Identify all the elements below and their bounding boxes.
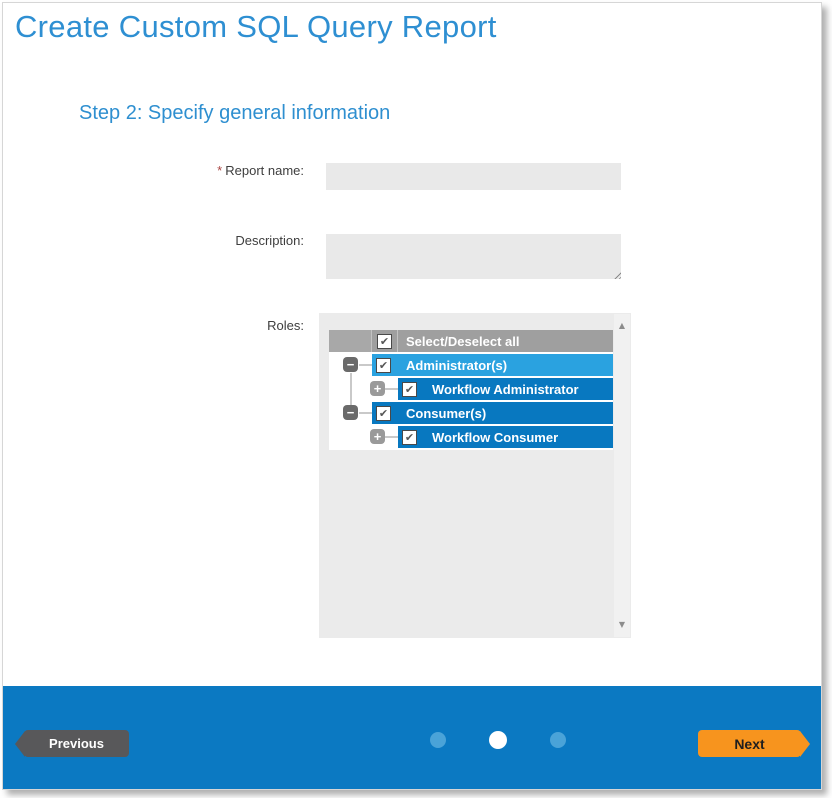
description-input[interactable] <box>326 234 621 279</box>
previous-button[interactable]: Previous <box>24 730 129 757</box>
step-dot-2-active <box>489 731 507 749</box>
select-all-row[interactable]: ✔ Select/Deselect all <box>329 330 613 352</box>
header-label-cell: Select/Deselect all <box>398 330 613 352</box>
check-icon: ✔ <box>405 432 414 443</box>
tree-row-highlight[interactable]: ✔ Consumer(s) <box>372 402 613 424</box>
tree-row-consumers[interactable]: ✔ Consumer(s) <box>329 402 613 424</box>
description-label-text: Description: <box>235 233 304 248</box>
scroll-down-icon[interactable]: ▼ <box>614 621 630 629</box>
step-dot-1 <box>430 732 446 748</box>
select-all-checkbox[interactable]: ✔ <box>377 334 392 349</box>
check-icon: ✔ <box>379 408 388 419</box>
wizard-dialog: Create Custom SQL Query Report Step 2: S… <box>2 2 822 790</box>
page-title: Create Custom SQL Query Report <box>15 9 497 45</box>
wizard-footer: Previous Next <box>3 686 821 789</box>
step-indicator <box>430 731 566 749</box>
previous-button-label: Previous <box>49 736 104 751</box>
roles-label-text: Roles: <box>267 318 304 333</box>
roles-label: Roles: <box>83 318 304 333</box>
tree-row-label: Workflow Consumer <box>432 430 558 445</box>
check-icon: ✔ <box>380 336 389 347</box>
tree-row-highlight[interactable]: ✔ Administrator(s) <box>372 354 613 376</box>
next-button-label: Next <box>734 736 764 752</box>
required-asterisk: * <box>217 163 222 178</box>
check-icon: ✔ <box>379 360 388 371</box>
tree-row-workflow-administrator[interactable]: ✔ Workflow Administrator <box>329 378 613 400</box>
tree-row-workflow-consumer[interactable]: ✔ Workflow Consumer <box>329 426 613 448</box>
report-name-input[interactable] <box>326 163 621 190</box>
scroll-up-icon[interactable]: ▲ <box>614 322 630 330</box>
tree-row-highlight[interactable]: ✔ Workflow Consumer <box>398 426 613 448</box>
tree-row-label: Administrator(s) <box>406 358 507 373</box>
check-icon: ✔ <box>405 384 414 395</box>
next-button[interactable]: Next <box>698 730 801 757</box>
workflow-consumer-checkbox[interactable]: ✔ <box>402 430 417 445</box>
tree-row-administrators[interactable]: ✔ Administrator(s) <box>329 354 613 376</box>
header-checkbox-cell: ✔ <box>372 330 398 352</box>
administrators-checkbox[interactable]: ✔ <box>376 358 391 373</box>
roles-scrollbar[interactable]: ▲ ▼ <box>614 314 630 637</box>
report-name-label: *Report name: <box>83 163 304 178</box>
tree-row-label: Consumer(s) <box>406 406 486 421</box>
consumers-checkbox[interactable]: ✔ <box>376 406 391 421</box>
description-label: Description: <box>83 233 304 248</box>
roles-panel: ✔ Select/Deselect all − + − + ✔ Admin <box>319 313 631 638</box>
select-all-label: Select/Deselect all <box>406 334 519 349</box>
tree-row-highlight[interactable]: ✔ Workflow Administrator <box>398 378 613 400</box>
report-name-label-text: Report name: <box>225 163 304 178</box>
step-heading: Step 2: Specify general information <box>79 102 390 125</box>
workflow-administrator-checkbox[interactable]: ✔ <box>402 382 417 397</box>
step-dot-3 <box>550 732 566 748</box>
header-tree-cell <box>329 330 372 352</box>
tree-row-label: Workflow Administrator <box>432 382 579 397</box>
roles-tree: ✔ Select/Deselect all − + − + ✔ Admin <box>329 330 613 450</box>
